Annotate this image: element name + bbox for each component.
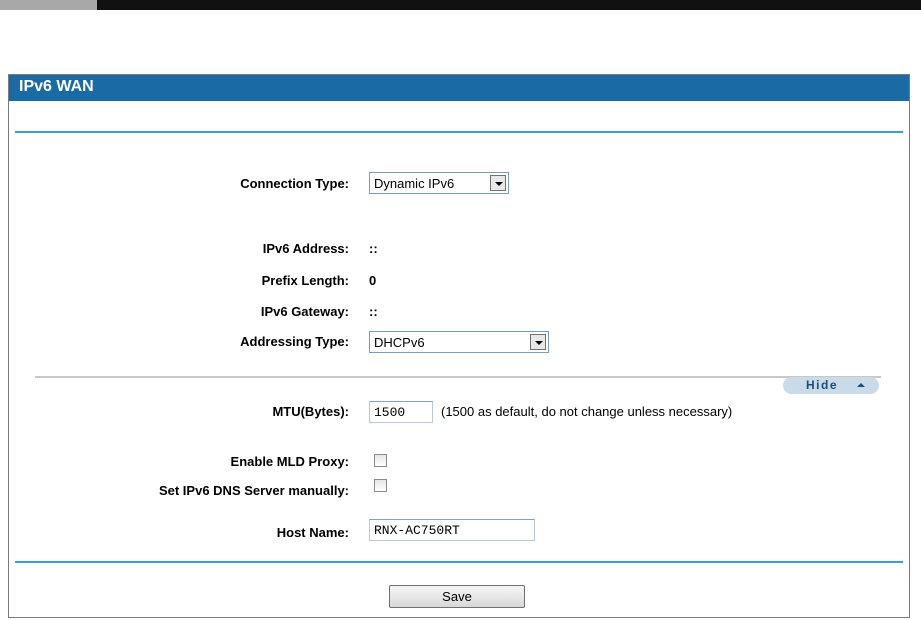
chevron-up-icon [857,383,865,387]
ipv6-wan-panel: IPv6 WAN Connection Type: Dynamic IPv6 I… [8,74,910,618]
panel-header: IPv6 WAN [9,75,909,101]
addressing-type-value: DHCPv6 [374,335,425,350]
chevron-down-icon[interactable] [490,175,506,191]
prefix-length-value: 0 [369,273,377,288]
host-name-label: Host Name: [276,525,349,540]
ipv6-gateway-value: :: [369,304,378,319]
connection-type-value: Dynamic IPv6 [374,176,455,191]
mtu-input[interactable]: 1500 [369,401,433,423]
bottom-divider [15,561,903,563]
addressing-type-label: Addressing Type: [240,334,349,349]
top-bar [0,0,921,10]
mtu-label: MTU(Bytes): [272,404,349,419]
dns-manual-label: Set IPv6 DNS Server manually: [158,483,349,498]
host-name-input[interactable]: RNX-AC750RT [369,519,535,541]
top-bar-tab [0,0,97,10]
advanced-divider [35,376,881,378]
ipv6-gateway-label: IPv6 Gateway: [260,304,349,319]
hide-button-label: Hide [806,378,839,392]
mld-proxy-checkbox[interactable] [374,454,387,467]
top-divider [15,131,903,133]
save-button[interactable]: Save [389,585,525,608]
prefix-length-label: Prefix Length: [261,273,349,288]
connection-type-label: Connection Type: [240,176,349,191]
dns-manual-checkbox[interactable] [374,479,387,492]
ipv6-address-label: IPv6 Address: [262,241,349,256]
addressing-type-select[interactable]: DHCPv6 [369,331,549,353]
chevron-down-icon[interactable] [530,334,546,350]
ipv6-address-value: :: [369,241,378,256]
connection-type-select[interactable]: Dynamic IPv6 [369,172,509,194]
hide-advanced-button[interactable]: Hide [783,377,879,394]
panel-title: IPv6 WAN [19,78,94,95]
mld-proxy-label: Enable MLD Proxy: [230,454,349,469]
mtu-note: (1500 as default, do not change unless n… [441,404,733,419]
